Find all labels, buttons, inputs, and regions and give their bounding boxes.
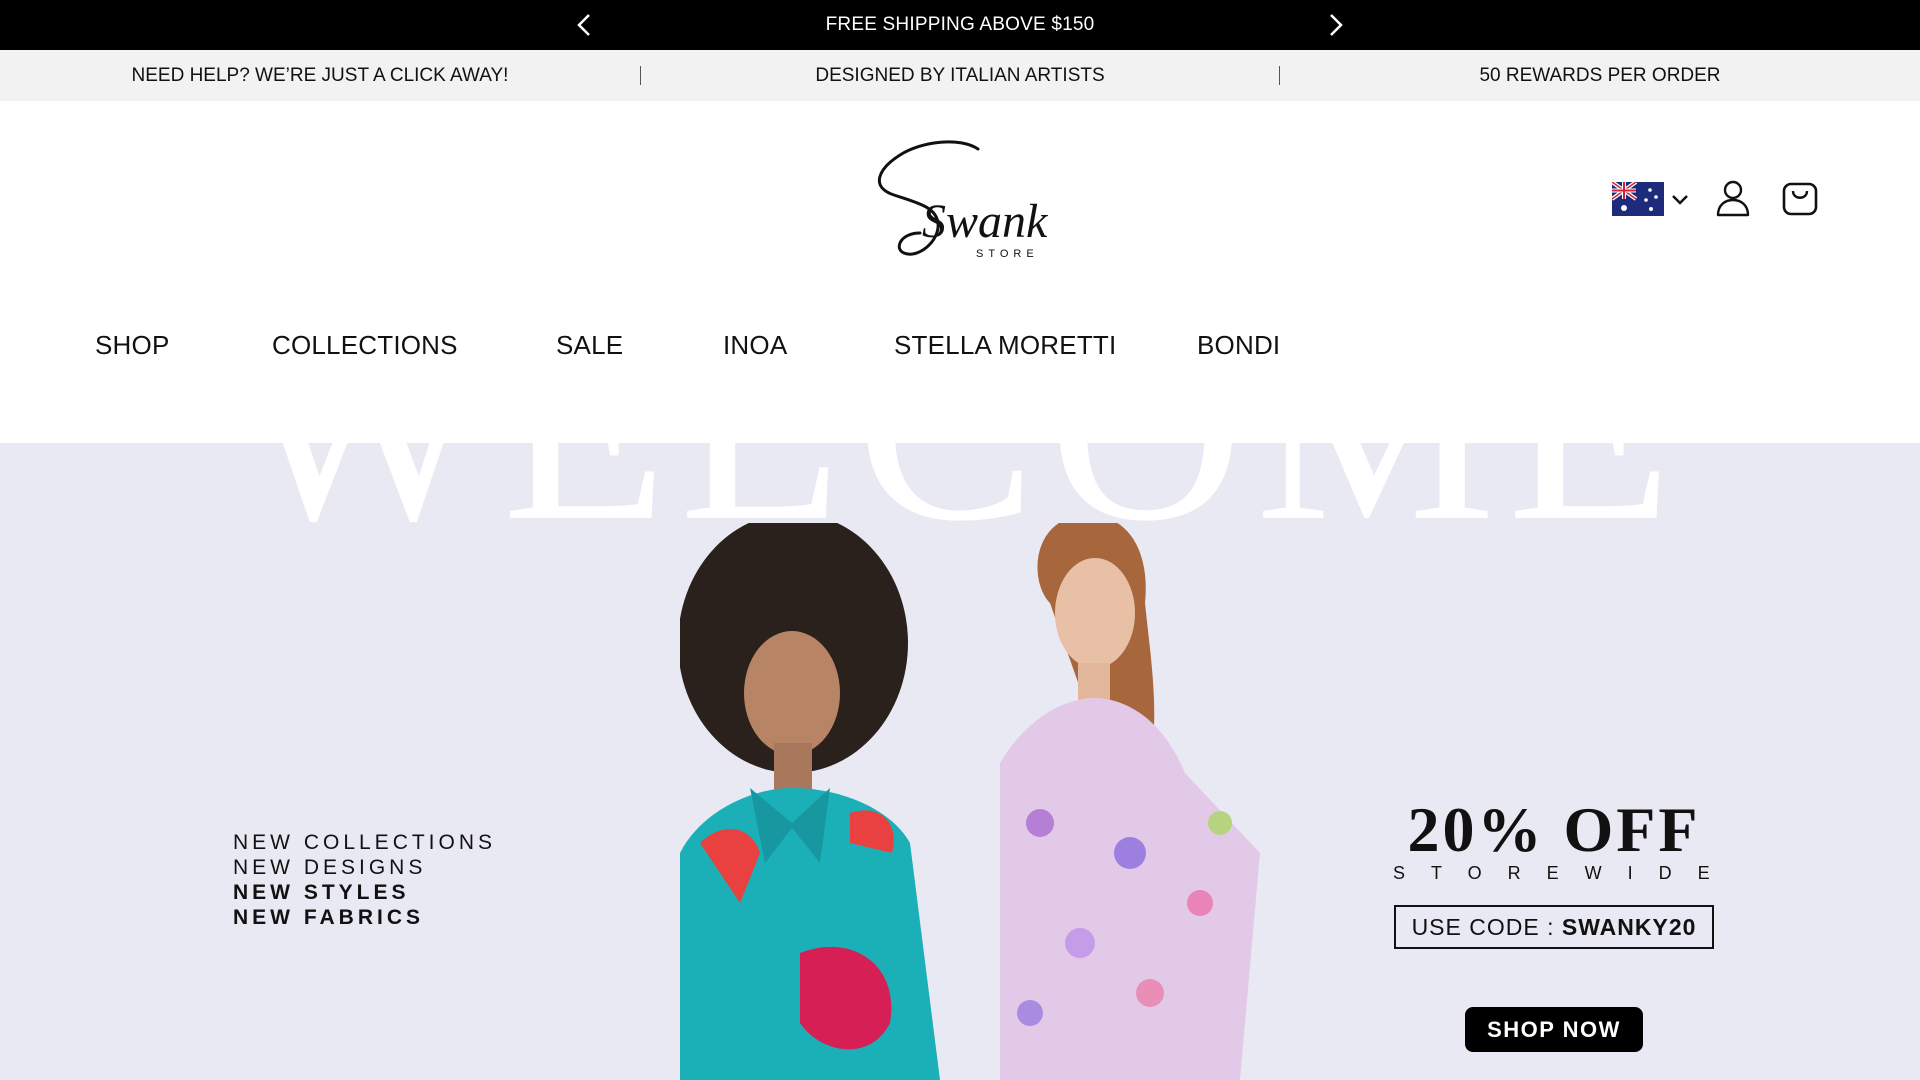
offer-subtitle: STOREWIDE xyxy=(1393,863,1736,883)
rewards-text: 50 REWARDS PER ORDER xyxy=(1479,65,1721,86)
nav-shop[interactable]: SHOP xyxy=(95,315,169,375)
chevron-down-icon[interactable] xyxy=(1670,190,1690,210)
hero-taglines: NEW COLLECTIONS NEW DESIGNS NEW STYLES N… xyxy=(233,830,496,930)
help-link[interactable]: NEED HELP? WE’RE JUST A CLICK AWAY! xyxy=(0,50,640,101)
offer-title: 20% OFF xyxy=(1407,794,1701,865)
nav-bondi[interactable]: BONDI xyxy=(1197,315,1280,375)
tagline-new-fabrics: NEW FABRICS xyxy=(233,906,424,929)
tagline-new-collections: NEW COLLECTIONS xyxy=(233,831,497,854)
promo-code-box[interactable]: USE CODE : SWANKY20 xyxy=(1394,905,1714,949)
announcement-bar: FREE SHIPPING ABOVE $150 xyxy=(0,0,1920,50)
shopping-bag-icon[interactable] xyxy=(1781,179,1819,217)
site-header: Swank STORE SHOP COLLECTIONS SALE INOA S… xyxy=(0,101,1920,443)
user-icon[interactable] xyxy=(1715,179,1751,217)
announcement-text: FREE SHIPPING ABOVE $150 xyxy=(825,14,1095,35)
hero-models-image xyxy=(680,523,1260,1080)
tagline-new-designs: NEW DESIGNS xyxy=(233,856,427,879)
shop-now-button[interactable]: SHOP NOW xyxy=(1465,1007,1643,1052)
tagline-new-styles: NEW STYLES xyxy=(233,881,410,904)
logo-subtext: STORE xyxy=(976,248,1039,260)
nav-sale[interactable]: SALE xyxy=(556,315,623,375)
promo-code-value: SWANKY20 xyxy=(1561,914,1697,940)
nav-stella-moretti[interactable]: STELLA MORETTI xyxy=(894,315,1116,375)
nav-inoa[interactable]: INOA xyxy=(723,315,787,375)
info-strip: NEED HELP? WE’RE JUST A CLICK AWAY! DESI… xyxy=(0,50,1920,101)
main-nav: SHOP COLLECTIONS SALE INOA STELLA MORETT… xyxy=(0,315,1920,375)
hero-banner[interactable]: WELCOME NEW COLLECTIONS NEW DESIGNS NEW … xyxy=(0,443,1920,1080)
australia-flag-icon[interactable] xyxy=(1612,182,1664,216)
chevron-right-icon[interactable] xyxy=(1322,12,1348,38)
swank-logo[interactable]: Swank STORE xyxy=(860,137,1060,269)
logo-text: Swank xyxy=(922,195,1049,248)
promo-code-label: USE CODE : xyxy=(1411,914,1562,940)
nav-collections[interactable]: COLLECTIONS xyxy=(272,315,458,375)
designed-by-text: DESIGNED BY ITALIAN ARTISTS xyxy=(815,65,1105,86)
